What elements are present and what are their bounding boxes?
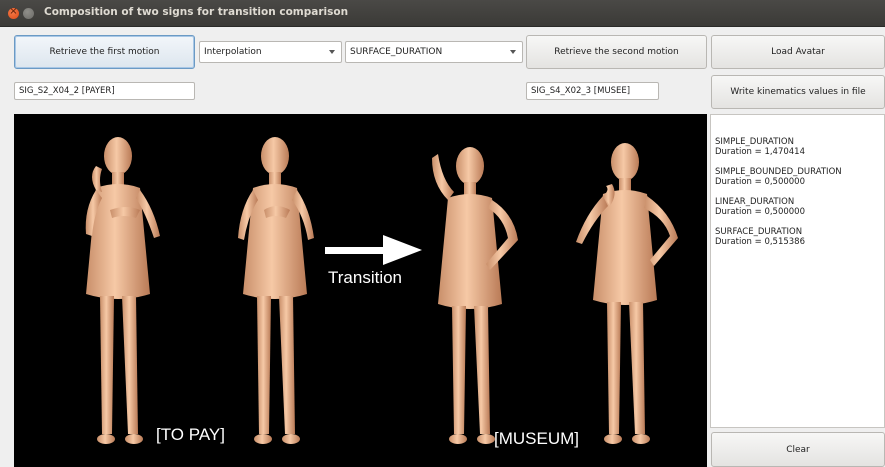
duration-name: LINEAR_DURATION (715, 197, 795, 207)
load-avatar-button[interactable]: Load Avatar (711, 35, 885, 69)
avatar-scene (85, 137, 678, 444)
list-item: SIMPLE_BOUNDED_DURATION Duration = 0,500… (715, 167, 884, 187)
avatar-figure-3 (432, 147, 518, 444)
durations-panel: SIMPLE_DURATION Duration = 1,470414 SIMP… (710, 114, 885, 428)
second-sign-field[interactable]: SIG_S4_X02_3 [MUSEE] (526, 82, 659, 100)
retrieve-second-motion-button[interactable]: Retrieve the second motion (526, 35, 707, 69)
avatar-figure-2 (238, 137, 314, 444)
duration-value: Duration = 0,500000 (715, 177, 806, 187)
duration-value: Duration = 1,470414 (715, 147, 806, 157)
window-titlebar: × Composition of two signs for transitio… (0, 0, 885, 27)
list-item: SIMPLE_DURATION Duration = 1,470414 (715, 137, 884, 157)
duration-name: SURFACE_DURATION (715, 227, 803, 237)
first-sign-label: [TO PAY] (156, 425, 225, 444)
duration-name: SIMPLE_BOUNDED_DURATION (715, 167, 842, 177)
duration-value: Duration = 0,500000 (715, 207, 806, 217)
avatar-figure-4 (576, 143, 678, 444)
avatar-viewport[interactable]: [TO PAY] Transition [MUSEUM] (14, 114, 707, 467)
clear-button[interactable]: Clear (711, 432, 885, 467)
retrieve-first-motion-button[interactable]: Retrieve the first motion (14, 35, 195, 69)
window-title: Composition of two signs for transition … (44, 6, 349, 18)
first-sign-field[interactable]: SIG_S2_X04_2 [PAYER] (14, 82, 195, 100)
avatar-figure-1 (85, 137, 160, 444)
transition-arrow (325, 235, 422, 265)
minimize-icon[interactable] (23, 8, 34, 19)
close-icon[interactable]: × (8, 6, 19, 19)
method-select[interactable]: Interpolation (199, 41, 342, 63)
method-select-value: Interpolation (204, 47, 262, 57)
duration-value: Duration = 0,515386 (715, 237, 806, 247)
chevron-down-icon (329, 50, 335, 54)
second-sign-label: [MUSEUM] (494, 429, 579, 448)
list-item: LINEAR_DURATION Duration = 0,500000 (715, 197, 884, 217)
duration-name: SIMPLE_DURATION (715, 137, 794, 147)
list-item: SURFACE_DURATION Duration = 0,515386 (715, 227, 884, 247)
duration-select-value: SURFACE_DURATION (350, 47, 443, 57)
duration-select[interactable]: SURFACE_DURATION (345, 41, 523, 63)
transition-label: Transition (328, 268, 403, 287)
chevron-down-icon (510, 50, 516, 54)
write-kinematics-button[interactable]: Write kinematics values in file (711, 75, 885, 109)
